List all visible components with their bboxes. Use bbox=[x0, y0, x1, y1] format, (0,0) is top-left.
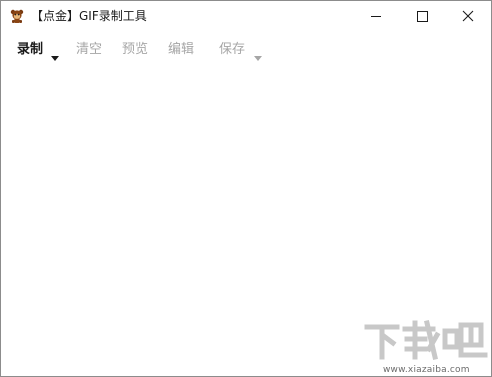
title-bar[interactable]: 【点金】GIF录制工具 bbox=[1, 1, 491, 31]
xiazaiba-logo-icon bbox=[364, 319, 488, 361]
record-dropdown-icon[interactable] bbox=[51, 47, 59, 66]
minimize-button[interactable] bbox=[353, 1, 399, 31]
edit-button[interactable]: 编辑 bbox=[168, 42, 194, 58]
save-dropdown-icon[interactable] bbox=[254, 47, 262, 66]
watermark-logo: www.xiazaiba.com bbox=[363, 319, 489, 375]
app-window: 【点金】GIF录制工具 录制 清空 预览 编辑 保存 www.xiazaiba.… bbox=[0, 0, 492, 377]
preview-button[interactable]: 预览 bbox=[122, 42, 148, 58]
maximize-button[interactable] bbox=[399, 1, 445, 31]
window-title: 【点金】GIF录制工具 bbox=[31, 9, 147, 23]
monkey-icon bbox=[9, 8, 25, 24]
clear-button[interactable]: 清空 bbox=[76, 42, 102, 58]
toolbar: 录制 清空 预览 编辑 保存 bbox=[1, 35, 491, 65]
close-icon bbox=[462, 10, 474, 22]
watermark-url: www.xiazaiba.com bbox=[383, 365, 470, 375]
record-button[interactable]: 录制 bbox=[17, 42, 43, 58]
maximize-icon bbox=[417, 11, 428, 22]
close-button[interactable] bbox=[445, 1, 491, 31]
save-button[interactable]: 保存 bbox=[219, 42, 245, 58]
